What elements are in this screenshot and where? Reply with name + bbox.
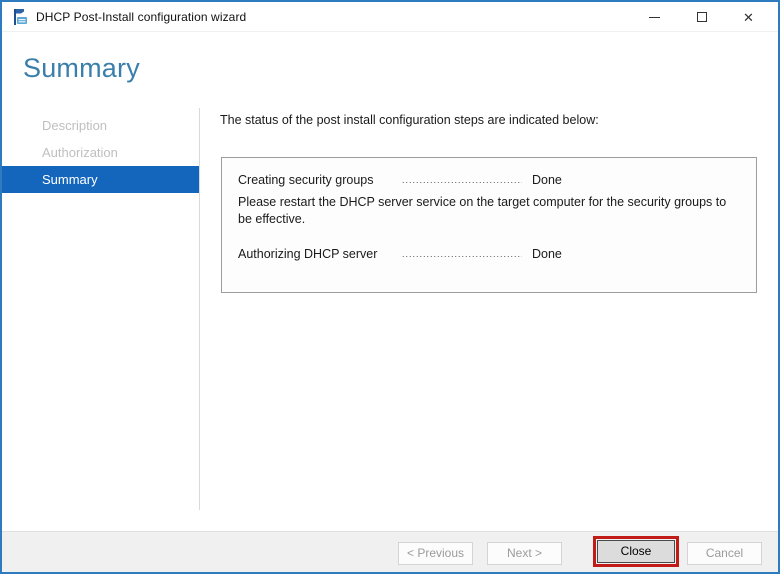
restart-service-note: Please restart the DHCP server service o… [238,195,727,226]
status-row-authorize-dhcp: Authorizing DHCP server ................… [238,247,562,261]
window-controls: ✕ [631,2,772,32]
maximize-icon [696,12,707,22]
status-summary-box: Creating security groups ...............… [221,157,757,293]
close-button[interactable]: Close [597,540,675,563]
wizard-step-nav: Description Authorization Summary [2,112,199,193]
minimize-button[interactable] [631,2,678,32]
sidebar-item-summary[interactable]: Summary [2,166,199,193]
step-label: Authorizing DHCP server [238,247,378,261]
minimize-icon [649,16,660,18]
wizard-button-bar: < Previous Next > Close Cancel [2,531,778,572]
close-icon: ✕ [743,9,754,25]
step-status: Done [532,173,562,187]
window-title: DHCP Post-Install configuration wizard [36,9,247,24]
sidebar-item-description[interactable]: Description [2,112,199,139]
wizard-window: DHCP Post-Install configuration wizard ✕… [0,0,780,574]
red-highlight-annotation: Close [593,536,679,567]
previous-button[interactable]: < Previous [398,542,473,565]
status-row-security-groups: Creating security groups ...............… [238,173,562,187]
dotted-leader: ........................................… [402,175,522,185]
page-title: Summary [23,53,140,83]
dotted-leader: ........................................… [402,249,522,259]
step-label: Creating security groups [238,173,374,187]
dhcp-server-icon [14,8,27,25]
cancel-button[interactable]: Cancel [687,542,762,565]
close-window-button[interactable]: ✕ [725,2,772,32]
step-status: Done [532,247,562,261]
sidebar-divider [199,108,200,510]
sidebar-item-authorization[interactable]: Authorization [2,139,199,166]
status-intro-text: The status of the post install configura… [220,113,599,127]
next-button[interactable]: Next > [487,542,562,565]
title-bar: DHCP Post-Install configuration wizard ✕ [2,2,778,32]
maximize-button[interactable] [678,2,725,32]
